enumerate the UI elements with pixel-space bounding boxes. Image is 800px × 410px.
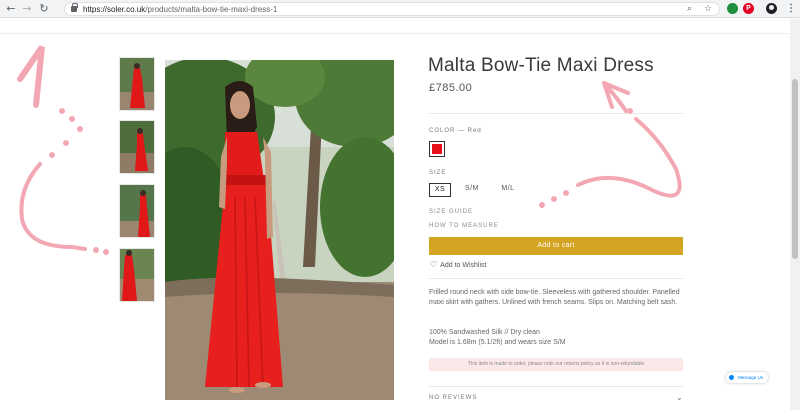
annotation-curve-right xyxy=(576,117,682,198)
product-thumbnail-4[interactable] xyxy=(119,248,155,302)
messenger-button[interactable]: Message Us xyxy=(726,372,768,383)
thumbnail-image-2 xyxy=(120,121,154,173)
header-divider xyxy=(0,33,790,34)
size-guide-link[interactable]: SIZE GUIDE xyxy=(429,209,473,215)
size-option-ml[interactable]: M/L xyxy=(495,183,521,197)
forward-button[interactable]: → xyxy=(20,2,34,16)
product-thumbnail-2[interactable] xyxy=(119,120,155,174)
add-to-wishlist-button[interactable]: ♡ Add to Wishlist xyxy=(430,260,486,269)
profile-avatar-icon[interactable] xyxy=(766,3,777,14)
size-option-xs[interactable]: XS xyxy=(429,183,451,197)
how-to-measure-link[interactable]: HOW TO MEASURE xyxy=(429,223,499,229)
product-title: Malta Bow-Tie Maxi Dress xyxy=(428,55,654,76)
scrollbar[interactable] xyxy=(790,19,800,410)
color-label: COLOR — Red xyxy=(429,128,482,134)
size-option-sm[interactable]: S/M xyxy=(460,183,484,197)
url-host: https://soler.co.uk xyxy=(83,5,146,14)
address-bar[interactable]: https://soler.co.uk/products/malta-bow-t… xyxy=(64,2,720,16)
product-thumbnail-3[interactable] xyxy=(119,184,155,238)
heart-outline-icon: ♡ xyxy=(430,260,438,269)
reviews-divider xyxy=(429,386,683,387)
wishlist-divider xyxy=(429,278,683,279)
extension-green-icon[interactable] xyxy=(727,3,738,14)
thumbnail-image-1 xyxy=(120,58,154,110)
reload-button[interactable]: ↻ xyxy=(37,2,51,16)
size-label: SIZE xyxy=(429,170,447,176)
product-thumbnail-1[interactable] xyxy=(119,57,155,111)
color-swatch-red[interactable] xyxy=(429,141,445,157)
browser-toolbar: ← → ↻ https://soler.co.uk/products/malta… xyxy=(0,0,800,18)
bookmark-star-icon[interactable]: ☆ xyxy=(704,4,712,15)
url-text: https://soler.co.uk/products/malta-bow-t… xyxy=(83,4,277,15)
scrollbar-thumb[interactable] xyxy=(792,79,798,259)
lock-icon[interactable] xyxy=(71,3,78,12)
thumbnail-image-4 xyxy=(120,249,154,301)
product-description: Frilled round neck with side bow-tie. Sl… xyxy=(429,289,680,306)
annotation-curve-left xyxy=(19,162,87,251)
product-material: 100% Sandwashed Silk // Dry clean xyxy=(429,329,540,336)
wishlist-label: Add to Wishlist xyxy=(440,262,487,269)
messenger-label: Message Us xyxy=(738,375,764,380)
reviews-toggle[interactable]: NO REVIEWS xyxy=(429,395,477,401)
add-to-cart-button[interactable]: Add to cart xyxy=(429,237,683,255)
zoom-icon[interactable]: ⌕ xyxy=(687,4,692,15)
messenger-icon xyxy=(729,375,734,380)
model-info: Model is 1.68m (5.1/2ft) and wears size … xyxy=(429,339,566,346)
price-divider xyxy=(429,113,683,114)
main-product-photo xyxy=(165,57,394,400)
main-product-image[interactable] xyxy=(165,57,394,400)
annotation-arrow-head xyxy=(602,81,630,109)
swatch-fill xyxy=(432,144,442,154)
thumbnail-image-3 xyxy=(120,185,154,237)
back-button[interactable]: ← xyxy=(4,2,18,16)
browser-menu-icon[interactable]: ⋮ xyxy=(786,2,796,16)
annotation-number-one xyxy=(17,45,45,108)
url-path: /products/malta-bow-tie-maxi-dress-1 xyxy=(145,5,278,14)
chevron-down-icon[interactable]: ⌄ xyxy=(676,393,683,402)
product-price: £785.00 xyxy=(429,82,473,94)
pinterest-icon[interactable]: P xyxy=(743,3,754,14)
returns-notice: This item is made to order, please note … xyxy=(429,358,683,371)
